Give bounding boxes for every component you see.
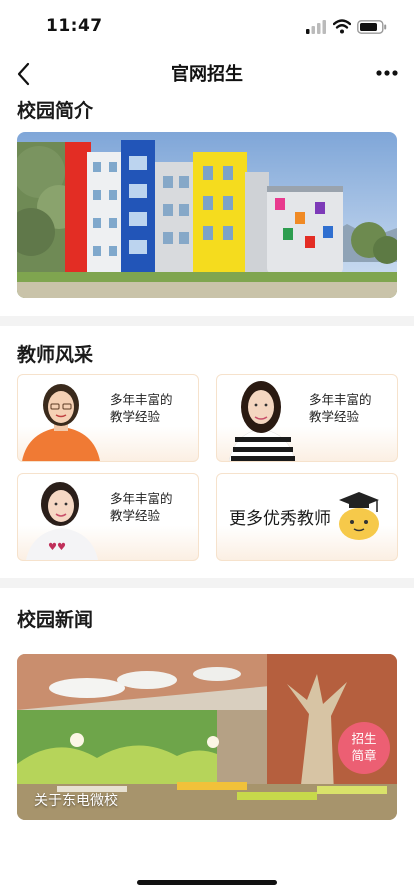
section-title-news: 校园新闻 <box>17 609 94 631</box>
more-teachers-label: 更多优秀教师 <box>229 509 331 529</box>
teacher-desc-line2: 教学经验 <box>309 409 360 424</box>
teacher-card[interactable]: 多年丰富的 教学经验 <box>17 374 199 462</box>
admission-guide-badge[interactable]: 招生 简章 <box>338 722 390 774</box>
campus-photo[interactable] <box>17 132 397 298</box>
more-dots-icon[interactable] <box>376 70 398 76</box>
badge-line2: 简章 <box>351 748 377 763</box>
teacher-portrait <box>22 384 100 461</box>
teacher-desc-line1: 多年丰富的 <box>309 392 372 407</box>
badge-line1: 招生 <box>351 731 377 746</box>
svg-text:♥♥: ♥♥ <box>48 542 66 553</box>
news-caption[interactable]: 关于东电微校 <box>34 790 118 810</box>
teacher-desc-line1: 多年丰富的 <box>110 392 173 407</box>
page-title: 官网招生 <box>171 64 243 85</box>
battery-icon <box>357 20 387 34</box>
teacher-desc-line2: 教学经验 <box>110 409 161 424</box>
campus-building-image <box>17 132 397 298</box>
teacher-card[interactable]: ♥♥ 多年丰富的 教学经验 <box>17 473 199 561</box>
teacher-portrait: ♥♥ <box>26 482 98 560</box>
section-divider <box>0 578 414 588</box>
section-title-teachers: 教师风采 <box>17 344 94 366</box>
teacher-portrait <box>228 381 296 461</box>
section-title-campus-intro: 校园简介 <box>17 100 94 122</box>
graduation-mascot-icon <box>339 492 379 540</box>
section-divider <box>0 316 414 326</box>
signal-icon <box>306 20 326 34</box>
home-indicator[interactable] <box>137 880 277 885</box>
teacher-desc-line1: 多年丰富的 <box>110 491 173 506</box>
more-teachers-card[interactable]: 更多优秀教师 <box>216 473 398 561</box>
teacher-card[interactable]: 多年丰富的 教学经验 <box>216 374 398 462</box>
wifi-icon <box>333 19 351 34</box>
teacher-desc-line2: 教学经验 <box>110 508 161 523</box>
status-time: 11:47 <box>46 16 103 36</box>
